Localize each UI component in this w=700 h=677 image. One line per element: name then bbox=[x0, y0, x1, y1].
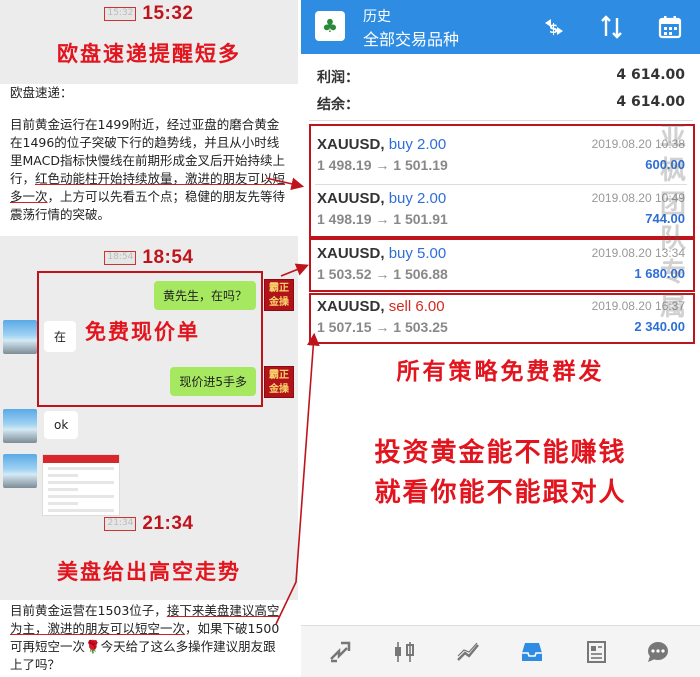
chart-icon[interactable] bbox=[451, 636, 485, 668]
chat-bubble-received: 在 bbox=[44, 321, 77, 352]
arrow-right-icon: → bbox=[375, 157, 390, 173]
time-banner-3: 21:34 21:34 bbox=[0, 512, 298, 536]
symbol-text: XAUUSD, bbox=[317, 136, 385, 153]
close-price: 1 501.19 bbox=[393, 157, 448, 173]
open-price: 1 503.52 bbox=[317, 266, 372, 282]
symbol-text: XAUUSD, bbox=[317, 298, 385, 315]
page-title: 历史 bbox=[363, 9, 391, 25]
article-body: 目前黄金运行在1499附近，经过亚盘的磨合黄金在1496的位子突破下行的趋势线，… bbox=[10, 116, 288, 224]
timestamp-chip: 21:34 bbox=[104, 517, 137, 531]
trade-prices: 1 498.19 → 1 501.91 bbox=[317, 211, 448, 227]
trade-symbol: XAUUSD, buy 2.00 bbox=[317, 136, 446, 153]
symbol-filter[interactable]: 全部交易品种 bbox=[363, 26, 459, 50]
trade-history-panel: ♣ 历史 全部交易品种 $ 利润： 4 614.00 结余： 4 614.00 … bbox=[301, 0, 700, 677]
headline-euro-session: 欧盘速递提醒短多 bbox=[57, 41, 241, 66]
trade-direction: buy 2.00 bbox=[388, 190, 447, 207]
news-icon[interactable] bbox=[579, 636, 613, 668]
close-price: 1 503.25 bbox=[393, 319, 448, 335]
headline-us-session: 美盘给出高空走势 bbox=[57, 559, 241, 584]
chat-bubble-sent: 黄先生，在吗？ bbox=[153, 281, 256, 310]
trade-symbol: XAUUSD, buy 5.00 bbox=[317, 245, 446, 262]
avatar-client[interactable] bbox=[3, 454, 37, 488]
arrow-right-icon: → bbox=[375, 211, 390, 227]
article-intro: 欧盘速递： bbox=[10, 85, 73, 100]
currency-exchange-icon[interactable]: $ bbox=[537, 10, 571, 44]
timestamp-chip: 18:54 bbox=[104, 251, 137, 265]
arrow-right-icon: → bbox=[375, 266, 390, 282]
time-label: 18:54 bbox=[142, 247, 194, 268]
sort-icon[interactable] bbox=[595, 10, 629, 44]
candlestick-icon[interactable] bbox=[387, 636, 421, 668]
summary-value: 4 614.00 bbox=[616, 67, 685, 83]
svg-text:$: $ bbox=[549, 22, 558, 37]
time-label: 15:32 bbox=[142, 3, 194, 24]
avatar-client[interactable] bbox=[3, 320, 37, 354]
article-body: 目前黄金运营在1503位子，接下来美盘建议高空为主，激进的朋友可以短空一次，如果… bbox=[10, 602, 288, 674]
trade-icon[interactable] bbox=[323, 636, 357, 668]
symbol-text: XAUUSD, bbox=[317, 245, 385, 262]
divider bbox=[315, 184, 687, 185]
caption-free-strategies: 所有策略免费群发 bbox=[396, 358, 605, 385]
article-body-tail: ，上方可以先看五个点；稳健的朋友先等待震荡行情的突破。 bbox=[10, 189, 286, 222]
article-body-plain: 目前黄金运营在1503位子， bbox=[10, 603, 167, 618]
left-chat-panel: 15:32 15:32 欧盘速递提醒短多 欧盘速递： 目前黄金运行在1499附近… bbox=[0, 0, 298, 677]
screenshot-thumbnail[interactable] bbox=[42, 454, 120, 516]
trade-direction: buy 5.00 bbox=[388, 245, 447, 262]
open-price: 1 507.15 bbox=[317, 319, 372, 335]
app-header: ♣ 历史 全部交易品种 $ bbox=[301, 0, 700, 54]
watermark-text: 亚枫团队专属 bbox=[659, 122, 686, 322]
history-inbox-icon[interactable] bbox=[515, 636, 549, 668]
chat-bubble-received: ok bbox=[44, 411, 79, 439]
article-us-session: 目前黄金运营在1503位子，接下来美盘建议高空为主，激进的朋友可以短空一次，如果… bbox=[0, 600, 298, 677]
trade-prices: 1 498.19 → 1 501.19 bbox=[317, 157, 448, 173]
avatar-client[interactable] bbox=[3, 409, 37, 443]
bottom-navigation bbox=[301, 625, 700, 677]
symbol-text: XAUUSD, bbox=[317, 190, 385, 207]
time-label: 21:34 bbox=[142, 513, 194, 534]
trade-row[interactable]: XAUUSD, buy 2.00 1 498.19 → 1 501.19 201… bbox=[309, 132, 693, 188]
arrow-right-icon: → bbox=[375, 319, 390, 335]
timestamp-chip: 15:32 bbox=[104, 7, 137, 21]
chat-icon[interactable] bbox=[641, 636, 675, 668]
trade-prices: 1 507.15 → 1 503.25 bbox=[317, 319, 448, 335]
divider bbox=[309, 120, 693, 121]
avatar-self[interactable]: 霸正 金操 bbox=[264, 366, 294, 398]
chat-bubble-sent: 现价进5手多 bbox=[170, 367, 256, 396]
trade-row[interactable]: XAUUSD, sell 6.00 1 507.15 → 1 503.25 20… bbox=[309, 294, 693, 350]
summary-label: 利润： bbox=[317, 70, 359, 86]
close-price: 1 506.88 bbox=[393, 266, 448, 282]
avatar-self[interactable]: 霸正 金操 bbox=[264, 279, 294, 311]
summary-value: 4 614.00 bbox=[616, 94, 685, 110]
trade-prices: 1 503.52 → 1 506.88 bbox=[317, 266, 448, 282]
trade-direction: buy 2.00 bbox=[388, 136, 447, 153]
time-banner-2: 18:54 18:54 bbox=[0, 246, 298, 270]
trade-row[interactable]: XAUUSD, buy 5.00 1 503.52 → 1 506.88 201… bbox=[309, 241, 693, 297]
summary-balance: 结余： 4 614.00 bbox=[301, 89, 700, 117]
close-price: 1 501.91 bbox=[393, 211, 448, 227]
free-order-label: 免费现价单 bbox=[85, 319, 200, 344]
calendar-icon[interactable] bbox=[653, 10, 687, 44]
time-banner-1: 15:32 15:32 bbox=[0, 2, 298, 26]
summary-label: 结余： bbox=[317, 97, 359, 113]
summary-profit: 利润： 4 614.00 bbox=[301, 62, 700, 90]
article-euro-session: 欧盘速递： 目前黄金运行在1499附近，经过亚盘的磨合黄金在1496的位子突破下… bbox=[0, 84, 298, 236]
open-price: 1 498.19 bbox=[317, 211, 372, 227]
caption-line-2: 就看你能不能跟对人 bbox=[374, 478, 627, 508]
trade-row[interactable]: XAUUSD, buy 2.00 1 498.19 → 1 501.91 201… bbox=[309, 186, 693, 242]
trade-direction: sell 6.00 bbox=[388, 298, 445, 315]
metatrader-app-icon[interactable]: ♣ bbox=[315, 11, 345, 41]
open-price: 1 498.19 bbox=[317, 157, 372, 173]
trade-symbol: XAUUSD, buy 2.00 bbox=[317, 190, 446, 207]
caption-line-1: 投资黄金能不能赚钱 bbox=[374, 438, 627, 468]
trade-symbol: XAUUSD, sell 6.00 bbox=[317, 298, 445, 315]
